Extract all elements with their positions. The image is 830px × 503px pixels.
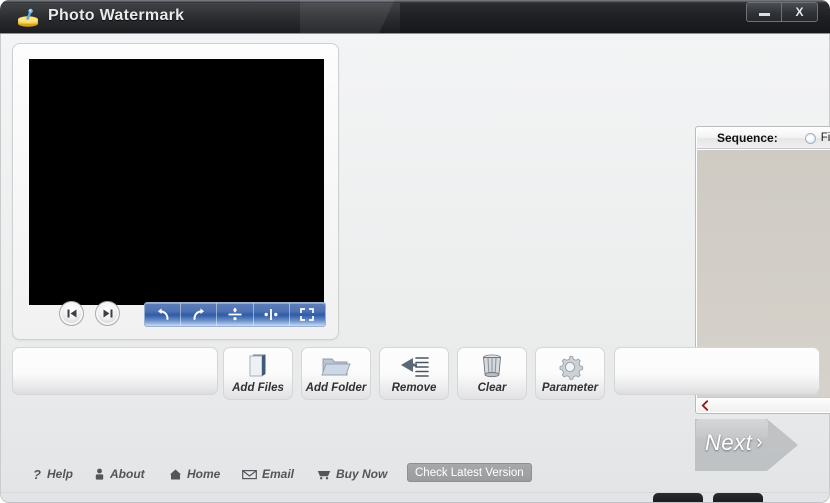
- button-label: Add Folder: [306, 382, 367, 394]
- folder-icon: [320, 353, 352, 381]
- edge-tab-2: [713, 493, 763, 502]
- close-button[interactable]: X: [782, 3, 817, 21]
- skip-next-icon: [102, 308, 114, 319]
- preview-panel: [12, 43, 339, 340]
- main-toolbar: Add Files Add Folder: [1, 343, 830, 401]
- remove-arrow-icon: [397, 353, 431, 381]
- footer-bar: ? Help About: [1, 464, 830, 490]
- stamp-icon: [16, 7, 40, 28]
- next-image-button[interactable]: [95, 301, 120, 326]
- rotate-right-icon: [191, 307, 207, 322]
- edge-tab-1: [653, 493, 703, 502]
- button-label: Clear: [478, 382, 507, 394]
- previous-image-button[interactable]: [59, 301, 84, 326]
- bottom-edge-line: [1, 492, 830, 493]
- flip-horizontal-icon: [263, 307, 279, 322]
- fullscreen-icon: [299, 307, 315, 322]
- sort-option-file-name[interactable]: File Name: [805, 132, 830, 144]
- about-link[interactable]: About: [94, 464, 145, 484]
- chevron-left-icon: [701, 400, 709, 411]
- question-mark-icon: ?: [33, 468, 42, 481]
- file-list-panel: Sequence: File Name Type Size: [348, 80, 821, 368]
- window-title: Photo Watermark: [48, 7, 184, 25]
- clear-button[interactable]: Clear: [457, 347, 527, 400]
- toolbar-right-filler: [614, 347, 820, 395]
- home-icon: [169, 468, 182, 481]
- window-body: Sequence: File Name Type Size: [0, 34, 830, 503]
- svg-text:?: ?: [33, 468, 41, 481]
- footer-link-label: Buy Now: [336, 467, 387, 481]
- rotate-right-button[interactable]: [181, 303, 217, 326]
- button-label: Remove: [392, 382, 437, 394]
- email-link[interactable]: Email: [242, 464, 294, 484]
- rotate-left-icon: [155, 307, 171, 322]
- titlebar-diagonal-accent: [300, 0, 480, 34]
- footer-link-label: About: [110, 467, 145, 481]
- skip-previous-icon: [66, 308, 78, 319]
- bottom-edge-tabs: [1, 490, 830, 502]
- preview-controls: [13, 301, 340, 333]
- help-link[interactable]: ? Help: [33, 464, 73, 484]
- sort-option-label: File Name: [821, 132, 830, 144]
- flip-vertical-icon: [227, 307, 243, 322]
- title-bar: Photo Watermark X: [0, 0, 830, 34]
- scroll-left-button[interactable]: [697, 400, 713, 411]
- trash-icon: [479, 353, 505, 381]
- remove-button[interactable]: Remove: [379, 347, 449, 400]
- add-folder-button[interactable]: Add Folder: [301, 347, 371, 400]
- buy-now-link[interactable]: Buy Now: [317, 464, 387, 484]
- home-link[interactable]: Home: [169, 464, 220, 484]
- cart-icon: [317, 468, 331, 480]
- footer-link-label: Help: [47, 467, 73, 481]
- minimize-icon: [759, 13, 770, 16]
- add-files-button[interactable]: Add Files: [223, 347, 293, 400]
- gear-icon: [556, 353, 584, 381]
- minimize-button[interactable]: [747, 3, 782, 21]
- chevron-right-icon: ›: [756, 432, 763, 454]
- parameter-button[interactable]: Parameter: [535, 347, 605, 400]
- envelope-icon: [242, 469, 257, 480]
- sequence-label: Sequence:: [717, 131, 778, 145]
- fullscreen-button[interactable]: [290, 303, 325, 326]
- info-person-icon: [94, 468, 105, 481]
- footer-link-label: Email: [262, 467, 294, 481]
- check-latest-version-button[interactable]: Check Latest Version: [407, 463, 532, 482]
- button-label: Add Files: [232, 382, 284, 394]
- rotate-left-button[interactable]: [145, 303, 181, 326]
- radio-icon: [805, 133, 816, 144]
- sequence-header: Sequence: File Name Type Size: [697, 128, 830, 149]
- image-preview[interactable]: [29, 59, 324, 305]
- app-window: Photo Watermark X: [0, 0, 830, 503]
- image-tools-toolbar: [144, 302, 326, 327]
- footer-link-label: Home: [187, 467, 220, 481]
- button-label: Parameter: [542, 382, 598, 394]
- next-button-content: Next ›: [693, 417, 775, 469]
- next-button-label: Next: [705, 430, 752, 456]
- window-controls: X: [746, 2, 818, 22]
- toolbar-left-filler: [12, 347, 218, 395]
- flip-vertical-button[interactable]: [217, 303, 253, 326]
- files-icon: [243, 353, 273, 381]
- flip-horizontal-button[interactable]: [254, 303, 290, 326]
